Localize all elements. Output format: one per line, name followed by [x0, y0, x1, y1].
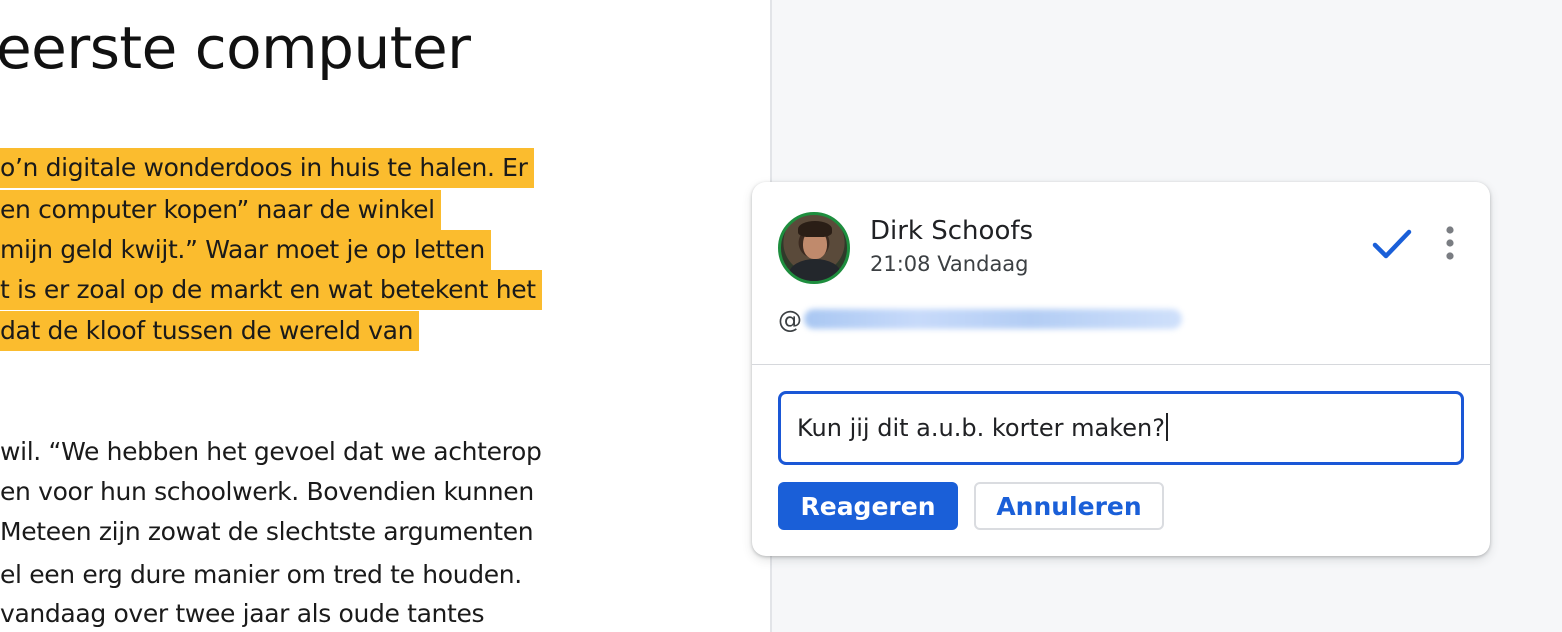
- avatar: [778, 212, 850, 284]
- comment-timestamp: 21:08 Vandaag: [870, 252, 1029, 276]
- body-text-line: en voor hun schoolwerk. Bovendien kunnen: [0, 477, 534, 506]
- reply-input-text: Kun jij dit a.u.b. korter maken?: [797, 414, 1165, 442]
- redacted-email: [804, 309, 1182, 329]
- checkmark-icon[interactable]: [1370, 226, 1414, 262]
- comment-body-mention: @: [778, 306, 1182, 334]
- body-text-line: wil. “We hebben het gevoel dat we achter…: [0, 437, 542, 466]
- highlighted-text-line[interactable]: t is er zoal op de markt en wat betekent…: [0, 270, 542, 310]
- comment-card[interactable]: Dirk Schoofs 21:08 Vandaag @ Kun jij dit…: [752, 182, 1490, 556]
- comment-author: Dirk Schoofs: [870, 216, 1034, 246]
- highlighted-text-line[interactable]: en computer kopen” naar de winkel: [0, 190, 441, 230]
- more-vert-icon[interactable]: [1436, 224, 1464, 264]
- reply-button[interactable]: Reageren: [778, 482, 958, 530]
- mention-at-sign: @: [778, 306, 802, 334]
- card-divider: [752, 364, 1490, 365]
- document-heading: eerste computer: [0, 14, 471, 82]
- highlighted-text-line[interactable]: mijn geld kwijt.” Waar moet je op letten: [0, 230, 491, 270]
- body-text-line: el een erg dure manier om tred te houden…: [0, 560, 522, 589]
- highlighted-text-line[interactable]: dat de kloof tussen de wereld van: [0, 311, 420, 351]
- body-text-line: vandaag over twee jaar als oude tantes: [0, 599, 485, 628]
- avatar-body: [789, 259, 841, 281]
- cancel-button[interactable]: Annuleren: [974, 482, 1164, 530]
- highlighted-text-line[interactable]: o’n digitale wonderdoos in huis te halen…: [0, 148, 534, 188]
- text-caret: [1165, 413, 1168, 441]
- body-text-line: Meteen zijn zowat de slechtste argumente…: [0, 517, 534, 546]
- document-page: eerste computer o’n digitale wonderdoos …: [0, 0, 770, 632]
- avatar-hair: [798, 221, 832, 237]
- reply-input[interactable]: Kun jij dit a.u.b. korter maken?: [778, 391, 1464, 465]
